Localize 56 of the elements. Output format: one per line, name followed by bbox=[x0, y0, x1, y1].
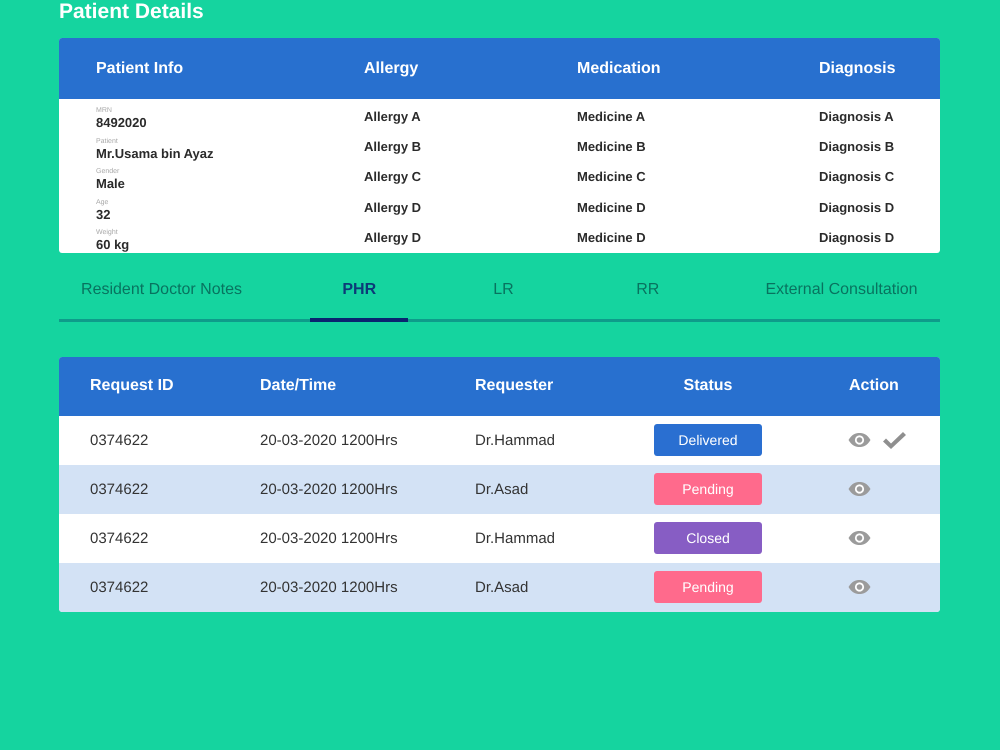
table-cell: Allergy B bbox=[364, 139, 422, 154]
table-cell: Diagnosis D bbox=[819, 230, 894, 246]
column-header: Allergy bbox=[364, 60, 418, 78]
column-header: Action bbox=[849, 377, 899, 396]
table-cell: Allergy A bbox=[364, 108, 421, 124]
table-cell: 20-03-2020 1200Hrs bbox=[260, 530, 398, 547]
field-value: 32 bbox=[96, 206, 110, 222]
field-value: 60 kg bbox=[96, 236, 130, 252]
table-cell: Medicine D bbox=[577, 200, 646, 215]
table-cell: 20-03-2020 1200Hrs bbox=[260, 578, 398, 596]
table-cell: 0374622 bbox=[90, 530, 148, 547]
column-header: Diagnosis bbox=[819, 60, 896, 78]
tab[interactable]: LR bbox=[454, 262, 552, 322]
column-header: Patient Info bbox=[96, 60, 184, 78]
table-cell: Dr.Hammad bbox=[475, 530, 556, 547]
field-value: Mr.Usama bin Ayaz bbox=[96, 146, 214, 161]
tab[interactable]: Resident Doctor Notes bbox=[59, 262, 264, 322]
status-tag: Delivered bbox=[654, 424, 762, 456]
table-cell: Medicine C bbox=[577, 169, 646, 184]
eye-icon[interactable] bbox=[848, 580, 871, 594]
table-cell: Dr.Hammad bbox=[475, 432, 556, 449]
eye-icon[interactable] bbox=[848, 433, 871, 448]
status-tag: Pending bbox=[654, 473, 762, 506]
table-cell: 0374622 bbox=[90, 480, 148, 498]
status-tag: Pending bbox=[654, 571, 762, 604]
table-cell: 20-03-2020 1200Hrs bbox=[260, 432, 398, 449]
field-value: 8492020 bbox=[96, 115, 147, 130]
table-cell: Allergy D bbox=[364, 200, 422, 215]
table-cell: Allergy C bbox=[364, 169, 422, 184]
table-cell: Allergy D bbox=[364, 230, 422, 246]
table-cell: 20-03-2020 1200Hrs bbox=[260, 480, 398, 498]
table-cell: Medicine B bbox=[577, 139, 646, 154]
page-title: Patient Details bbox=[59, 0, 205, 24]
field-value: Male bbox=[96, 176, 125, 192]
table-cell: Diagnosis A bbox=[819, 108, 894, 124]
table-cell: Dr.Asad bbox=[475, 480, 528, 498]
table-cell: Medicine D bbox=[577, 230, 646, 246]
table-cell: 0374622 bbox=[90, 578, 148, 596]
table-cell: Medicine A bbox=[577, 108, 646, 124]
column-header: Medication bbox=[577, 60, 661, 78]
tab[interactable]: RR bbox=[598, 262, 697, 322]
tab[interactable]: PHR bbox=[310, 262, 408, 322]
eye-icon[interactable] bbox=[848, 482, 871, 496]
tab[interactable]: External Consultation bbox=[743, 262, 940, 322]
table-cell: Dr.Asad bbox=[475, 578, 528, 596]
checkmark-icon[interactable] bbox=[883, 432, 906, 449]
column-header: Request ID bbox=[90, 377, 174, 396]
table-cell: Diagnosis D bbox=[819, 200, 894, 215]
column-header: Date/Time bbox=[260, 377, 336, 396]
column-header: Status bbox=[684, 377, 732, 396]
column-header: Requester bbox=[475, 377, 554, 396]
table-cell: 0374622 bbox=[90, 432, 148, 449]
eye-icon[interactable] bbox=[848, 531, 871, 546]
table-cell: Diagnosis B bbox=[819, 139, 894, 154]
table-cell: Diagnosis C bbox=[819, 169, 894, 184]
status-tag: Closed bbox=[654, 522, 762, 554]
